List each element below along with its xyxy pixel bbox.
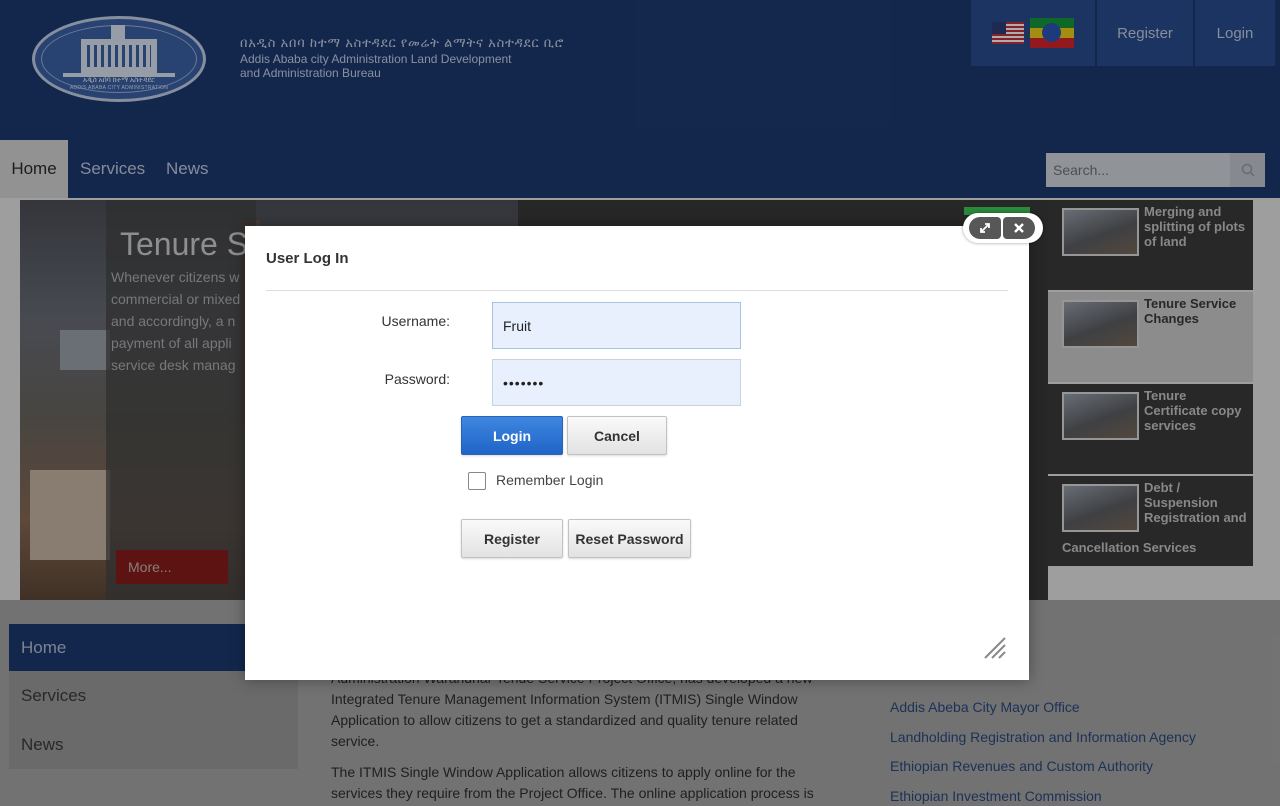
close-button[interactable] xyxy=(1003,217,1035,239)
maximize-button[interactable] xyxy=(969,217,1001,239)
dialog-window-controls xyxy=(963,213,1043,243)
maximize-icon xyxy=(980,223,990,233)
username-input[interactable] xyxy=(492,302,741,349)
cancel-button[interactable]: Cancel xyxy=(567,416,667,455)
dialog-divider xyxy=(266,290,1008,291)
register-button[interactable]: Register xyxy=(461,519,563,558)
password-input[interactable] xyxy=(492,359,741,406)
reset-password-button[interactable]: Reset Password xyxy=(568,519,691,558)
username-label: Username: xyxy=(381,313,450,329)
login-button[interactable]: Login xyxy=(461,416,563,455)
remember-login-checkbox[interactable] xyxy=(468,472,486,490)
password-label: Password: xyxy=(384,371,450,387)
close-icon xyxy=(1014,223,1024,233)
resize-grip-icon[interactable] xyxy=(983,636,1007,660)
login-dialog: User Log In Username: Password: Login Ca… xyxy=(245,226,1029,680)
remember-login-label[interactable]: Remember Login xyxy=(496,472,603,488)
dialog-title: User Log In xyxy=(266,250,349,267)
